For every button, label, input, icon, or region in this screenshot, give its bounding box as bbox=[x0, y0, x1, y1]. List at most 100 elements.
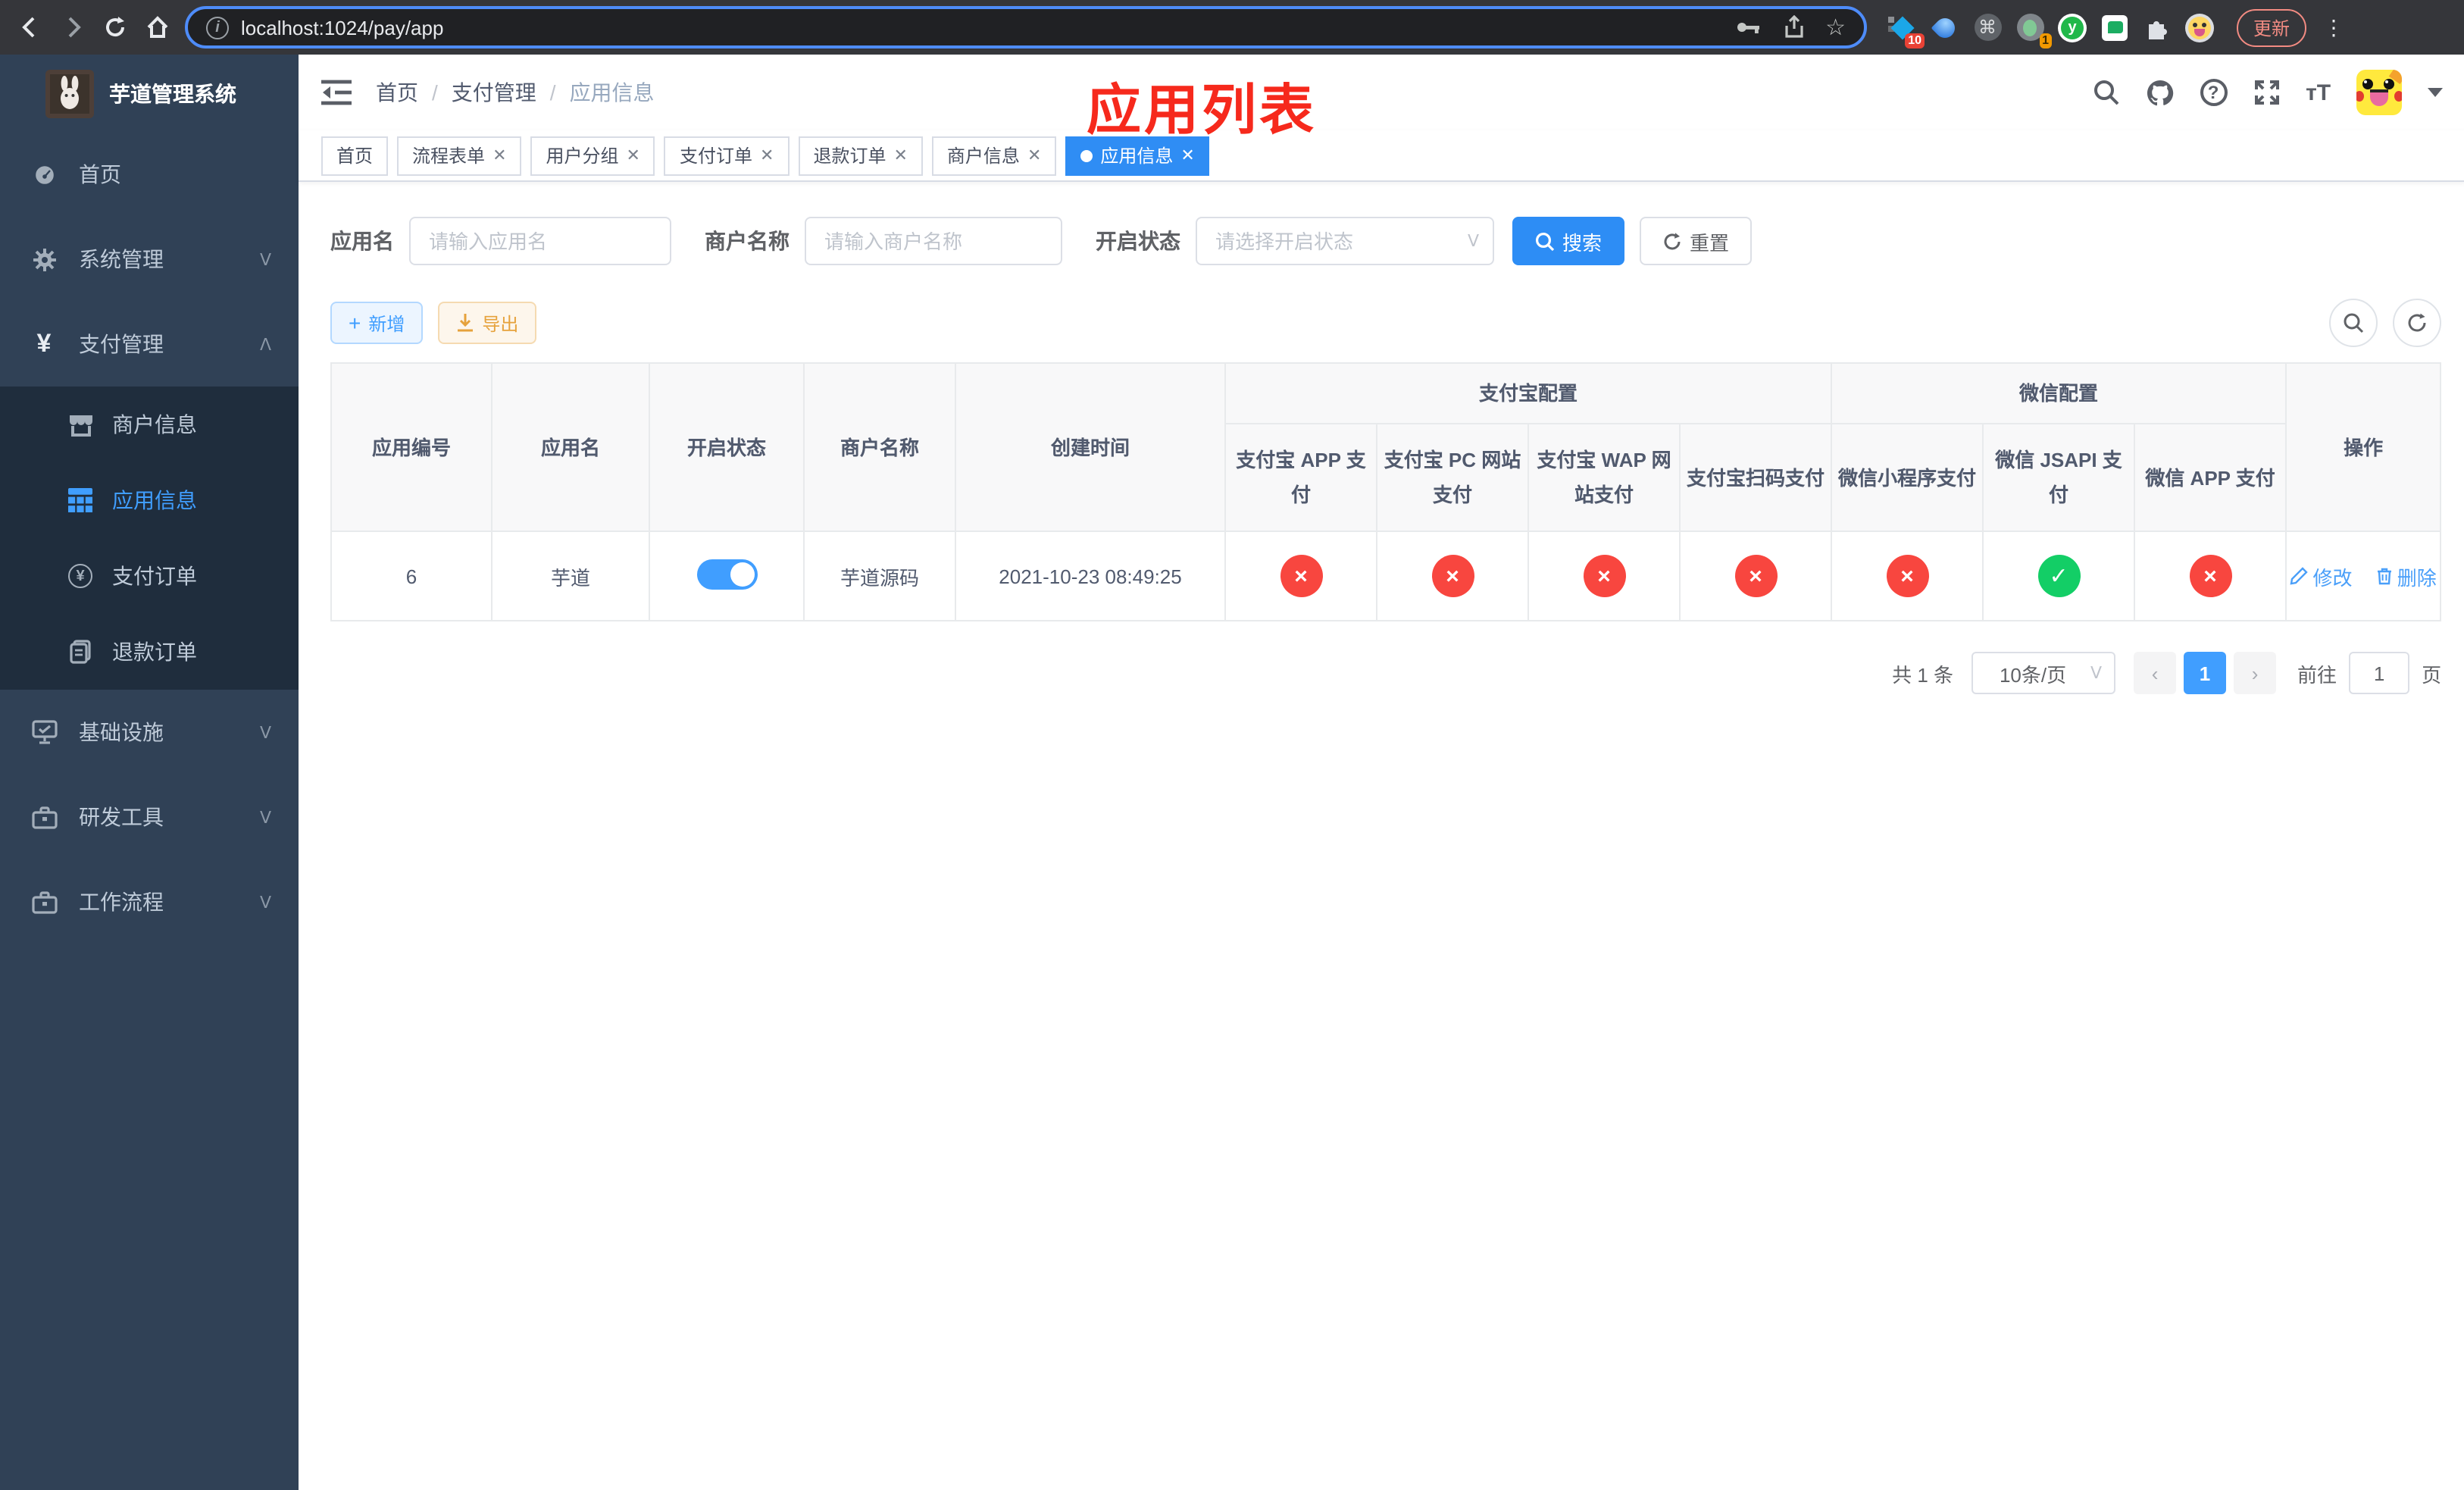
collapse-sidebar-icon[interactable] bbox=[321, 79, 352, 106]
extension-camera-icon[interactable]: 1 bbox=[2015, 13, 2052, 48]
close-icon[interactable]: ✕ bbox=[627, 146, 640, 165]
extension-balloon-icon[interactable] bbox=[1931, 13, 1959, 42]
table-search-icon[interactable] bbox=[2329, 299, 2378, 347]
chevron-down-icon: ᐯ bbox=[259, 894, 271, 912]
alipay-qr-status-icon: × bbox=[1734, 555, 1777, 598]
active-dot bbox=[1080, 149, 1093, 161]
help-icon[interactable]: ? bbox=[2200, 79, 2228, 106]
add-button[interactable]: + 新增 bbox=[330, 302, 424, 344]
home-icon[interactable] bbox=[142, 12, 173, 42]
close-icon[interactable]: ✕ bbox=[492, 146, 506, 165]
tab-process-form[interactable]: 流程表单 ✕ bbox=[397, 136, 522, 175]
tab-user-group[interactable]: 用户分组 ✕ bbox=[530, 136, 655, 175]
font-size-icon[interactable]: ᴛT bbox=[2306, 80, 2331, 105]
logo-avatar bbox=[45, 69, 94, 117]
site-info-icon[interactable]: i bbox=[206, 16, 229, 39]
chrome-update-button[interactable]: 更新 bbox=[2237, 8, 2307, 46]
status-select[interactable] bbox=[1196, 217, 1494, 265]
github-icon[interactable] bbox=[2145, 79, 2174, 106]
sidebar-item-home[interactable]: 首页 bbox=[0, 132, 299, 217]
sidebar-item-merchant-info[interactable]: 商户信息 bbox=[0, 387, 299, 462]
extension-diamond-icon[interactable]: 10 bbox=[1888, 13, 1925, 48]
coin-yen-icon: ¥ bbox=[67, 564, 94, 588]
reload-icon[interactable] bbox=[100, 12, 130, 42]
close-icon[interactable]: ✕ bbox=[1027, 146, 1041, 165]
url-text[interactable]: localhost:1024/pay/app bbox=[241, 16, 1722, 39]
sidebar-item-label: 商户信息 bbox=[112, 412, 197, 437]
sidebar-item-infra[interactable]: 基础设施 ᐯ bbox=[0, 690, 299, 775]
extension-icons: 10 ⌘ 1 y 更新 ⋮ bbox=[1888, 8, 2344, 48]
top-navbar: 首页 / 支付管理 / 应用信息 ? ᴛT bbox=[299, 55, 2464, 130]
merchant-name-input[interactable] bbox=[805, 217, 1062, 265]
forward-icon[interactable] bbox=[58, 12, 88, 42]
sidebar-item-refund-order[interactable]: 退款订单 bbox=[0, 614, 299, 690]
goto-page-input[interactable] bbox=[2349, 652, 2410, 695]
tab-merchant-info[interactable]: 商户信息 ✕ bbox=[931, 136, 1057, 175]
delete-link[interactable]: 删除 bbox=[2376, 562, 2437, 591]
search-button[interactable]: 搜索 bbox=[1512, 217, 1625, 265]
col-wx-jsapi: 微信 JSAPI 支付 bbox=[1982, 423, 2136, 533]
tab-home[interactable]: 首页 bbox=[321, 136, 389, 175]
sidebar-item-label: 支付订单 bbox=[112, 564, 197, 588]
page-size-select[interactable]: 10条/页 ᐯ bbox=[1972, 652, 2116, 695]
col-app-name: 应用名 bbox=[491, 362, 650, 533]
sidebar-item-app-info[interactable]: 应用信息 bbox=[0, 462, 299, 538]
tags-view: 首页 流程表单 ✕ 用户分组 ✕ 支付订单 ✕ 退款订单 ✕ 商户信息 ✕ 应用信息 ✕ bbox=[299, 130, 2464, 182]
extension-yuque-icon[interactable]: y bbox=[2058, 13, 2087, 42]
monitor-icon bbox=[30, 720, 58, 744]
sidebar-item-pay-order[interactable]: ¥ 支付订单 bbox=[0, 538, 299, 614]
close-icon[interactable]: ✕ bbox=[1180, 146, 1194, 165]
prev-page-button[interactable]: ‹ bbox=[2134, 652, 2177, 695]
chrome-menu-icon[interactable]: ⋮ bbox=[2323, 14, 2344, 40]
table-refresh-icon[interactable] bbox=[2393, 299, 2442, 347]
viewport: i localhost:1024/pay/app ☆ 10 ⌘ 1 y 更新 ⋮… bbox=[0, 0, 2464, 1490]
extension-command-icon[interactable]: ⌘ bbox=[1973, 13, 2002, 42]
profile-avatar[interactable] bbox=[2185, 13, 2214, 42]
sidebar-item-system[interactable]: 系统管理 ᐯ bbox=[0, 217, 299, 302]
user-avatar[interactable] bbox=[2356, 70, 2403, 115]
sidebar-item-pay[interactable]: ¥ 支付管理 ᐱ bbox=[0, 302, 299, 387]
breadcrumb-home[interactable]: 首页 bbox=[376, 77, 418, 108]
close-icon[interactable]: ✕ bbox=[893, 146, 907, 165]
document-icon bbox=[67, 640, 94, 664]
col-group-wechat: 微信配置 bbox=[1831, 362, 2287, 425]
share-icon[interactable] bbox=[1783, 15, 1804, 39]
tab-pay-order[interactable]: 支付订单 ✕ bbox=[664, 136, 790, 175]
sidebar-item-workflow[interactable]: 工作流程 ᐯ bbox=[0, 859, 299, 944]
alipay-app-status-icon: × bbox=[1280, 555, 1322, 598]
wx-jsapi-status-icon: ✓ bbox=[2037, 555, 2081, 598]
password-key-icon[interactable] bbox=[1734, 18, 1762, 36]
edit-link[interactable]: 修改 bbox=[2290, 562, 2352, 591]
extensions-puzzle-icon[interactable] bbox=[2143, 13, 2172, 42]
close-icon[interactable]: ✕ bbox=[760, 146, 774, 165]
sidebar-item-label: 首页 bbox=[79, 162, 121, 186]
sidebar-item-devtools[interactable]: 研发工具 ᐯ bbox=[0, 775, 299, 859]
address-bar[interactable]: i localhost:1024/pay/app ☆ bbox=[185, 6, 1867, 49]
breadcrumb-pay[interactable]: 支付管理 bbox=[452, 77, 536, 108]
col-alipay-app: 支付宝 APP 支付 bbox=[1224, 423, 1377, 533]
grid-icon bbox=[67, 488, 94, 512]
col-alipay-qr: 支付宝扫码支付 bbox=[1678, 423, 1833, 533]
chevron-down-icon: ᐯ bbox=[259, 724, 271, 742]
caret-down-icon[interactable] bbox=[2428, 88, 2444, 97]
sidebar: 芋道管理系统 首页 系统管理 ᐯ ¥ 支付管理 ᐱ 商户信息 应用信息 ¥ 支付… bbox=[0, 55, 299, 1490]
next-page-button[interactable]: › bbox=[2234, 652, 2277, 695]
chevron-down-icon: ᐯ bbox=[1467, 233, 1479, 251]
current-page-button[interactable]: 1 bbox=[2184, 652, 2227, 695]
bookmark-star-icon[interactable]: ☆ bbox=[1825, 14, 1846, 41]
reset-button[interactable]: 重置 bbox=[1640, 217, 1753, 265]
export-button[interactable]: 导出 bbox=[438, 302, 537, 344]
back-icon[interactable] bbox=[15, 12, 45, 42]
fullscreen-icon[interactable] bbox=[2253, 79, 2280, 106]
app-name-label: 应用名 bbox=[330, 229, 394, 253]
logo[interactable]: 芋道管理系统 bbox=[0, 55, 299, 132]
app-name-input[interactable] bbox=[409, 217, 671, 265]
status-label: 开启状态 bbox=[1096, 229, 1180, 253]
status-toggle[interactable] bbox=[696, 559, 757, 590]
col-group-alipay: 支付宝配置 bbox=[1224, 362, 1833, 425]
search-icon[interactable] bbox=[2092, 79, 2119, 106]
page-content: 应用名 商户名称 开启状态 ᐯ bbox=[299, 182, 2464, 1490]
tab-refund-order[interactable]: 退款订单 ✕ bbox=[798, 136, 923, 175]
sidebar-item-label: 基础设施 bbox=[79, 720, 164, 744]
extension-chat-icon[interactable] bbox=[2100, 13, 2129, 42]
